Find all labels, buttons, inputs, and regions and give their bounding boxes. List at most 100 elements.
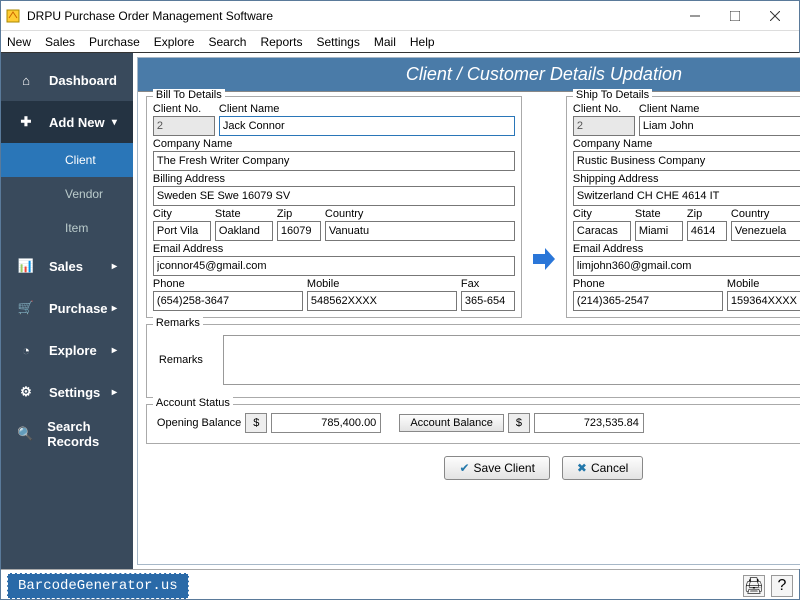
opening-balance-input[interactable] [271,413,381,433]
minimize-button[interactable] [675,2,715,30]
bill-client-no-input [153,116,215,136]
menu-settings[interactable]: Settings [317,35,360,49]
home-icon: ⌂ [17,73,35,88]
ship-mobile-input[interactable] [727,291,800,311]
ship-client-no-input [573,116,635,136]
menu-help[interactable]: Help [410,35,435,49]
menubar: New Sales Purchase Explore Search Report… [1,31,799,53]
menu-purchase[interactable]: Purchase [89,35,140,49]
sidebar-label: Purchase [49,301,108,316]
panel-title: Client / Customer Details Updation [406,64,682,85]
ship-state-input[interactable] [635,221,683,241]
save-client-button[interactable]: ✔Save Client [444,456,549,480]
chart-icon: 📊 [17,258,35,274]
ship-client-name-input[interactable] [639,116,800,136]
cancel-button[interactable]: ✖Cancel [562,456,643,480]
chevron-right-icon: ▸ [112,303,117,314]
help-button[interactable]: ? [771,575,793,597]
sidebar-sub-item[interactable]: Item [1,211,133,245]
footer-ribbon: BarcodeGenerator.us [7,573,189,599]
printer-icon: 🖨 [744,576,764,596]
bill-email-input[interactable] [153,256,515,276]
bill-address-input[interactable] [153,186,515,206]
cart-icon: 🛒 [17,300,35,316]
bill-state-input[interactable] [215,221,273,241]
remarks-legend: Remarks [153,317,203,329]
sidebar-item-sales[interactable]: 📊 Sales ▸ [1,245,133,287]
search-icon: 🔍 [17,426,33,442]
arrow-right-icon [531,246,557,272]
chevron-right-icon: ▸ [112,387,117,398]
bill-zip-input[interactable] [277,221,321,241]
account-balance-button[interactable]: Account Balance [399,414,504,432]
bill-phone-input[interactable] [153,291,303,311]
plus-icon: ✚ [17,114,35,130]
ship-city-input[interactable] [573,221,631,241]
panel-header: Client / Customer Details Updation Close [138,58,800,92]
ship-country-input[interactable] [731,221,800,241]
sidebar-label: Settings [49,385,100,400]
bill-fax-input[interactable] [461,291,515,311]
sidebar: ⌂Dashboard ✚Add New▾ Client Vendor Item … [1,53,133,569]
print-button[interactable]: 🖨 [743,575,765,597]
sidebar-label: Dashboard [49,73,117,88]
account-legend: Account Status [153,397,233,409]
chevron-right-icon: ▸ [112,261,117,272]
ship-to-group: Ship To Details Client No. Client Name C… [566,96,800,318]
gear-icon: ⚙ [17,384,35,400]
chevron-down-icon: ▾ [112,117,117,128]
maximize-button[interactable] [715,2,755,30]
titlebar: DRPU Purchase Order Management Software [1,1,799,31]
close-window-button[interactable] [755,2,795,30]
sidebar-label: Add New [49,115,105,130]
bill-mobile-input[interactable] [307,291,457,311]
sidebar-sub-client[interactable]: Client [1,143,133,177]
sidebar-item-dashboard[interactable]: ⌂ Dashboard [1,59,133,101]
account-status-group: Account Status Opening Balance $ Account… [146,404,800,444]
menu-search[interactable]: Search [208,35,246,49]
sidebar-label: Search Records [47,419,117,449]
remarks-textarea[interactable] [223,335,800,385]
currency-symbol: $ [245,413,267,433]
opening-balance-label: Opening Balance [157,417,241,429]
currency-symbol: $ [508,413,530,433]
client-details-panel: Client / Customer Details Updation Close… [137,57,800,565]
bill-to-legend: Bill To Details [153,89,225,101]
window-title: DRPU Purchase Order Management Software [27,9,675,23]
ship-company-input[interactable] [573,151,800,171]
help-icon: ? [778,577,787,595]
x-icon: ✖ [577,461,587,475]
bill-client-name-input[interactable] [219,116,515,136]
sidebar-sub-vendor[interactable]: Vendor [1,177,133,211]
menu-sales[interactable]: Sales [45,35,75,49]
menu-explore[interactable]: Explore [154,35,195,49]
sidebar-item-explore[interactable]: ◔ Explore ▸ [1,329,133,371]
menu-reports[interactable]: Reports [260,35,302,49]
menu-mail[interactable]: Mail [374,35,396,49]
ship-phone-input[interactable] [573,291,723,311]
bill-country-input[interactable] [325,221,515,241]
app-icon [5,8,21,24]
sidebar-item-purchase[interactable]: 🛒 Purchase ▸ [1,287,133,329]
ship-address-input[interactable] [573,186,800,206]
sidebar-item-settings[interactable]: ⚙ Settings ▸ [1,371,133,413]
footer: BarcodeGenerator.us 🖨 ? [1,569,799,601]
sidebar-item-add-new[interactable]: ✚ Add New ▾ [1,101,133,143]
bill-company-input[interactable] [153,151,515,171]
ship-to-legend: Ship To Details [573,89,652,101]
bill-to-group: Bill To Details Client No. Client Name C… [146,96,522,318]
remarks-group: Remarks Remarks [146,324,800,398]
chevron-right-icon: ▸ [112,345,117,356]
bill-city-input[interactable] [153,221,211,241]
ship-email-input[interactable] [573,256,800,276]
remarks-label: Remarks [159,354,203,366]
arrow-separator [530,96,558,322]
pie-icon: ◔ [17,343,35,358]
menu-new[interactable]: New [7,35,31,49]
ship-zip-input[interactable] [687,221,727,241]
sidebar-label: Sales [49,259,83,274]
check-icon: ✔ [459,461,469,475]
sidebar-label: Explore [49,343,97,358]
sidebar-item-search-records[interactable]: 🔍 Search Records [1,413,133,455]
account-balance-input[interactable] [534,413,644,433]
